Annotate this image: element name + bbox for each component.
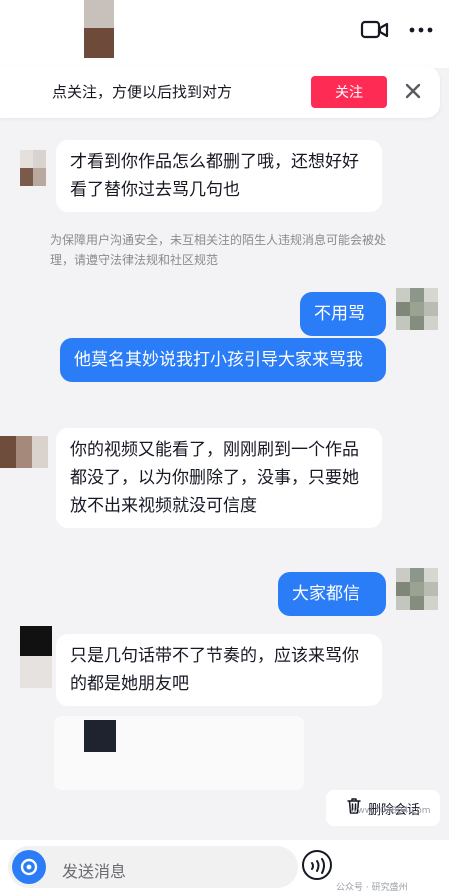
follow-banner-text: 点关注，方便以后找到对方 bbox=[52, 83, 233, 101]
obscured-avatar-pixelated bbox=[84, 720, 116, 752]
message-bubble-incoming[interactable]: 你的视频又能看了，刚刚刷到一个作品都没了，以为你删除了，没事，只要她放不出来视频… bbox=[56, 428, 382, 528]
message-input[interactable]: 发送消息 bbox=[8, 846, 298, 888]
sender-avatar-pixelated[interactable] bbox=[0, 436, 48, 468]
message-bubble-incoming[interactable]: 只是几句话带不了节奏的，应该来骂你的都是她朋友吧 bbox=[56, 634, 382, 706]
sender-avatar-pixelated[interactable] bbox=[20, 150, 46, 186]
message-bubble-incoming[interactable]: 才看到你作品怎么都删了哦，还想好好看了替你过去骂几句也 bbox=[56, 140, 382, 212]
self-avatar-pixelated[interactable] bbox=[396, 288, 438, 330]
message-input-bar: 发送消息 公众号 · 研究盛州 bbox=[0, 840, 449, 896]
follow-banner: 点关注，方便以后找到对方 关注 bbox=[0, 66, 440, 118]
self-avatar-pixelated[interactable] bbox=[396, 568, 438, 610]
message-bubble-outgoing[interactable]: 不用骂 bbox=[300, 292, 386, 336]
watermark-account: 公众号 · 研究盛州 bbox=[336, 883, 408, 893]
message-input-placeholder: 发送消息 bbox=[62, 862, 127, 881]
message-bubble-outgoing[interactable]: 大家都信 bbox=[278, 572, 386, 616]
close-icon[interactable] bbox=[400, 78, 426, 104]
sender-avatar-pixelated[interactable] bbox=[20, 626, 52, 688]
contact-avatar-pixelated[interactable] bbox=[84, 0, 114, 58]
watermark-site: www.703804.com bbox=[350, 806, 431, 816]
video-call-icon[interactable] bbox=[360, 18, 390, 42]
safety-notice: 为保障用户沟通安全，未互相关注的陌生人违规消息可能会被处理，请遵守法律法规和社区… bbox=[50, 233, 387, 267]
follow-button[interactable]: 关注 bbox=[311, 76, 387, 108]
more-dots-icon[interactable] bbox=[408, 22, 434, 38]
emoji-icon[interactable] bbox=[300, 848, 334, 882]
chat-header bbox=[0, 0, 449, 68]
message-bubble-outgoing[interactable]: 他莫名其妙说我打小孩引导大家来骂我 bbox=[60, 338, 386, 382]
voice-icon[interactable] bbox=[12, 850, 46, 884]
